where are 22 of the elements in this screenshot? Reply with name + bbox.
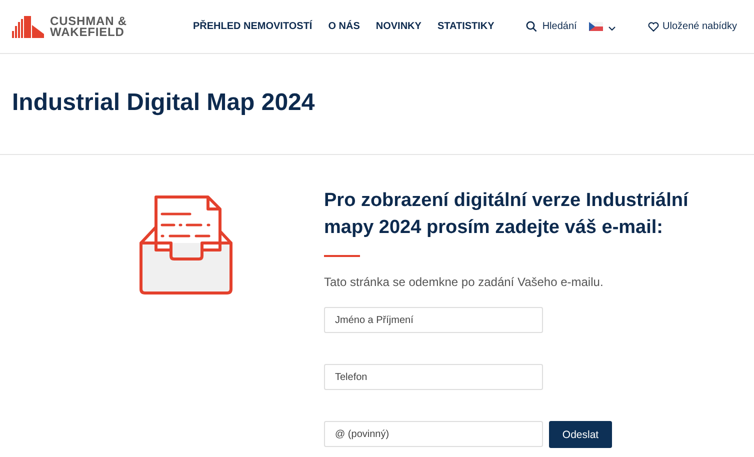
input-field[interactable]: @ (povinný) [324, 421, 543, 447]
search-link[interactable]: Hledání [526, 21, 577, 32]
unlock-note: Tato stránka se odemkne po zadání Vašeho e-mailu. [324, 275, 604, 289]
czech-flag-icon[interactable] [588, 22, 603, 30]
nav-link[interactable]: O NÁS [328, 21, 360, 32]
nav-link[interactable]: PŘEHLED NEMOVITOSTÍ [192, 21, 312, 32]
document-inbox-icon [138, 195, 234, 295]
heart-icon [648, 22, 658, 32]
nav-link[interactable]: NOVINKY [376, 21, 422, 32]
page-title: Industrial Digital Map 2024 [12, 89, 316, 117]
input-field[interactable]: Telefon [324, 364, 543, 390]
logo-text: WAKEFIELD [50, 26, 124, 38]
submit-button[interactable]: Odeslat [549, 421, 612, 448]
building-bars-icon [12, 16, 44, 38]
search-icon [526, 21, 538, 32]
saved-offers-link[interactable]: Uložené nabídky [648, 21, 737, 32]
logo-text: CUSHMAN & [50, 16, 127, 26]
input-field[interactable]: Jméno a Příjmení [324, 307, 543, 333]
company-logo[interactable]: CUSHMAN & WAKEFIELD [12, 16, 127, 38]
chevron-down-icon[interactable] [608, 26, 616, 30]
form-heading: Pro zobrazení digitální verze Industriální mapy 2024 prosím zadejte váš e-mail: [324, 189, 690, 240]
nav-link[interactable]: STATISTIKY [437, 21, 494, 32]
